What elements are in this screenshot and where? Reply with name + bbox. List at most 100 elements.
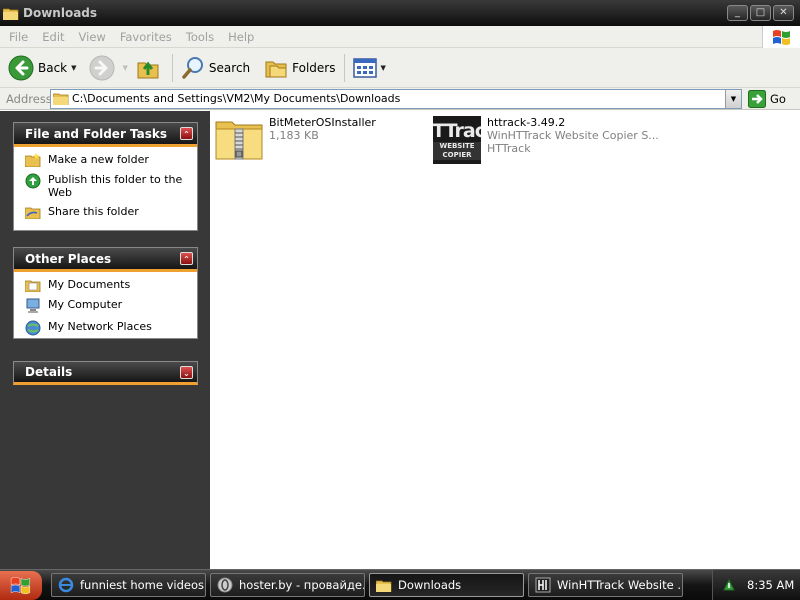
toolbar: Back ▼ ▼ Search Folders ▼ [0,48,800,88]
back-button[interactable]: Back ▼ [4,52,81,84]
zip-folder-icon [215,121,263,160]
panel-header[interactable]: File and Folder Tasks ⌃ [14,123,197,147]
new-folder-icon [25,153,41,167]
network-places-icon [25,320,41,336]
menu-favorites[interactable]: Favorites [113,30,179,44]
taskbar-item-label: hoster.by - провайде... [239,578,365,592]
toolbar-separator [343,53,345,82]
back-dropdown-icon[interactable]: ▼ [71,64,76,72]
httrack-logo-subtext: WEBSITE COPIER [433,142,481,160]
taskbar: funniest home videos ... hoster.by - про… [0,569,800,600]
file-folder-tasks-panel: File and Folder Tasks ⌃ Make a new folde… [13,122,198,231]
forward-dropdown-icon[interactable]: ▼ [123,64,128,72]
task-label: Publish this folder to the Web [48,173,183,199]
folder-icon [53,93,69,105]
collapse-icon[interactable]: ⌃ [180,127,193,140]
taskbar-item-downloads[interactable]: Downloads [369,573,524,597]
file-name: BitMeterOSInstaller [269,116,376,129]
menu-file[interactable]: File [0,30,35,44]
clock[interactable]: 8:35 AM [747,578,794,592]
my-computer-icon [26,298,40,313]
close-button[interactable]: ✕ [773,5,794,21]
taskbar-item-ie[interactable]: funniest home videos ... [51,573,206,597]
expand-icon[interactable]: ⌄ [180,366,193,379]
title-bar[interactable]: Downloads _ □ ✕ [0,0,800,26]
address-dropdown-icon[interactable]: ▼ [725,89,741,108]
place-label: My Network Places [48,320,152,333]
httrack-logo-text: HTTrack [433,120,481,142]
panel-header[interactable]: Other Places ⌃ [14,248,197,272]
maximize-button[interactable]: □ [750,5,771,21]
search-label: Search [208,60,251,75]
task-label: Make a new folder [48,153,149,166]
search-icon [182,56,203,79]
go-arrow-icon [748,89,766,108]
internet-explorer-icon [58,577,74,593]
views-icon [352,57,377,78]
go-label: Go [770,91,786,106]
windows-flag-icon [10,577,31,595]
panel-title: Other Places [25,251,112,266]
minimize-button[interactable]: _ [727,5,748,21]
go-button[interactable]: Go [748,89,786,108]
place-my-computer[interactable]: My Computer [25,298,197,314]
file-list[interactable]: BitMeterOSInstaller 1,183 KB HTTrack WEB… [210,111,800,569]
forward-arrow-icon [89,55,115,80]
taskbar-item-opera[interactable]: hoster.by - провайде... [210,573,365,597]
back-label: Back [38,60,68,75]
folder-icon [376,580,392,592]
taskbar-item-label: Downloads [398,578,462,592]
menu-edit[interactable]: Edit [35,30,71,44]
address-input[interactable]: C:\Documents and Settings\VM2\My Documen… [50,88,742,109]
file-item[interactable]: HTTrack WEBSITE COPIER httrack-3.49.2 Wi… [433,116,659,164]
views-dropdown-icon[interactable]: ▼ [381,64,386,72]
file-size: 1,183 KB [269,129,319,142]
publish-web-icon [25,173,41,189]
menu-view[interactable]: View [72,30,113,44]
address-label: Address [6,91,52,106]
views-button[interactable]: ▼ [349,52,390,84]
place-label: My Computer [48,298,123,311]
file-item[interactable]: BitMeterOSInstaller 1,183 KB [215,116,376,160]
task-publish-folder[interactable]: Publish this folder to the Web [25,173,197,199]
system-tray: 8:35 AM [712,570,800,600]
back-arrow-icon [8,55,34,80]
httrack-icon [535,577,551,593]
other-places-panel: Other Places ⌃ My Documents My Computer [13,247,198,339]
task-make-new-folder[interactable]: Make a new folder [25,153,197,167]
details-panel: Details ⌄ [13,361,198,385]
browser-icon [217,577,233,593]
address-bar: Address C:\Documents and Settings\VM2\My… [0,88,800,110]
network-tray-icon[interactable] [721,577,737,593]
folder-icon [3,8,19,20]
collapse-icon[interactable]: ⌃ [180,252,193,265]
folders-button[interactable]: Folders [260,52,339,84]
file-name: httrack-3.49.2 [487,116,566,129]
windows-logo-icon [762,26,800,48]
task-label: Share this folder [48,205,139,218]
folders-icon [265,61,287,77]
place-my-network-places[interactable]: My Network Places [25,320,197,336]
my-documents-icon [25,280,41,292]
taskbar-item-label: WinHTTrack Website ... [557,578,683,592]
up-folder-icon [137,61,159,78]
place-my-documents[interactable]: My Documents [25,278,197,292]
panel-header[interactable]: Details ⌄ [13,361,198,385]
task-share-folder[interactable]: Share this folder [25,205,197,219]
taskbar-item-label: funniest home videos ... [80,578,206,592]
search-button[interactable]: Search [177,52,254,84]
task-pane: File and Folder Tasks ⌃ Make a new folde… [0,111,210,569]
file-company: HTTrack [487,142,531,155]
menu-tools[interactable]: Tools [179,30,221,44]
up-folder-button[interactable] [132,52,168,84]
toolbar-separator [171,53,173,82]
panel-title: File and Folder Tasks [25,126,168,141]
start-button[interactable] [0,570,42,600]
file-description: WinHTTrack Website Copier S... [487,129,659,142]
menu-help[interactable]: Help [221,30,261,44]
forward-button[interactable]: ▼ [85,52,132,84]
panel-title: Details [25,365,73,379]
taskbar-item-httrack[interactable]: WinHTTrack Website ... [528,573,683,597]
place-label: My Documents [48,278,131,291]
address-path: C:\Documents and Settings\VM2\My Documen… [72,92,401,105]
